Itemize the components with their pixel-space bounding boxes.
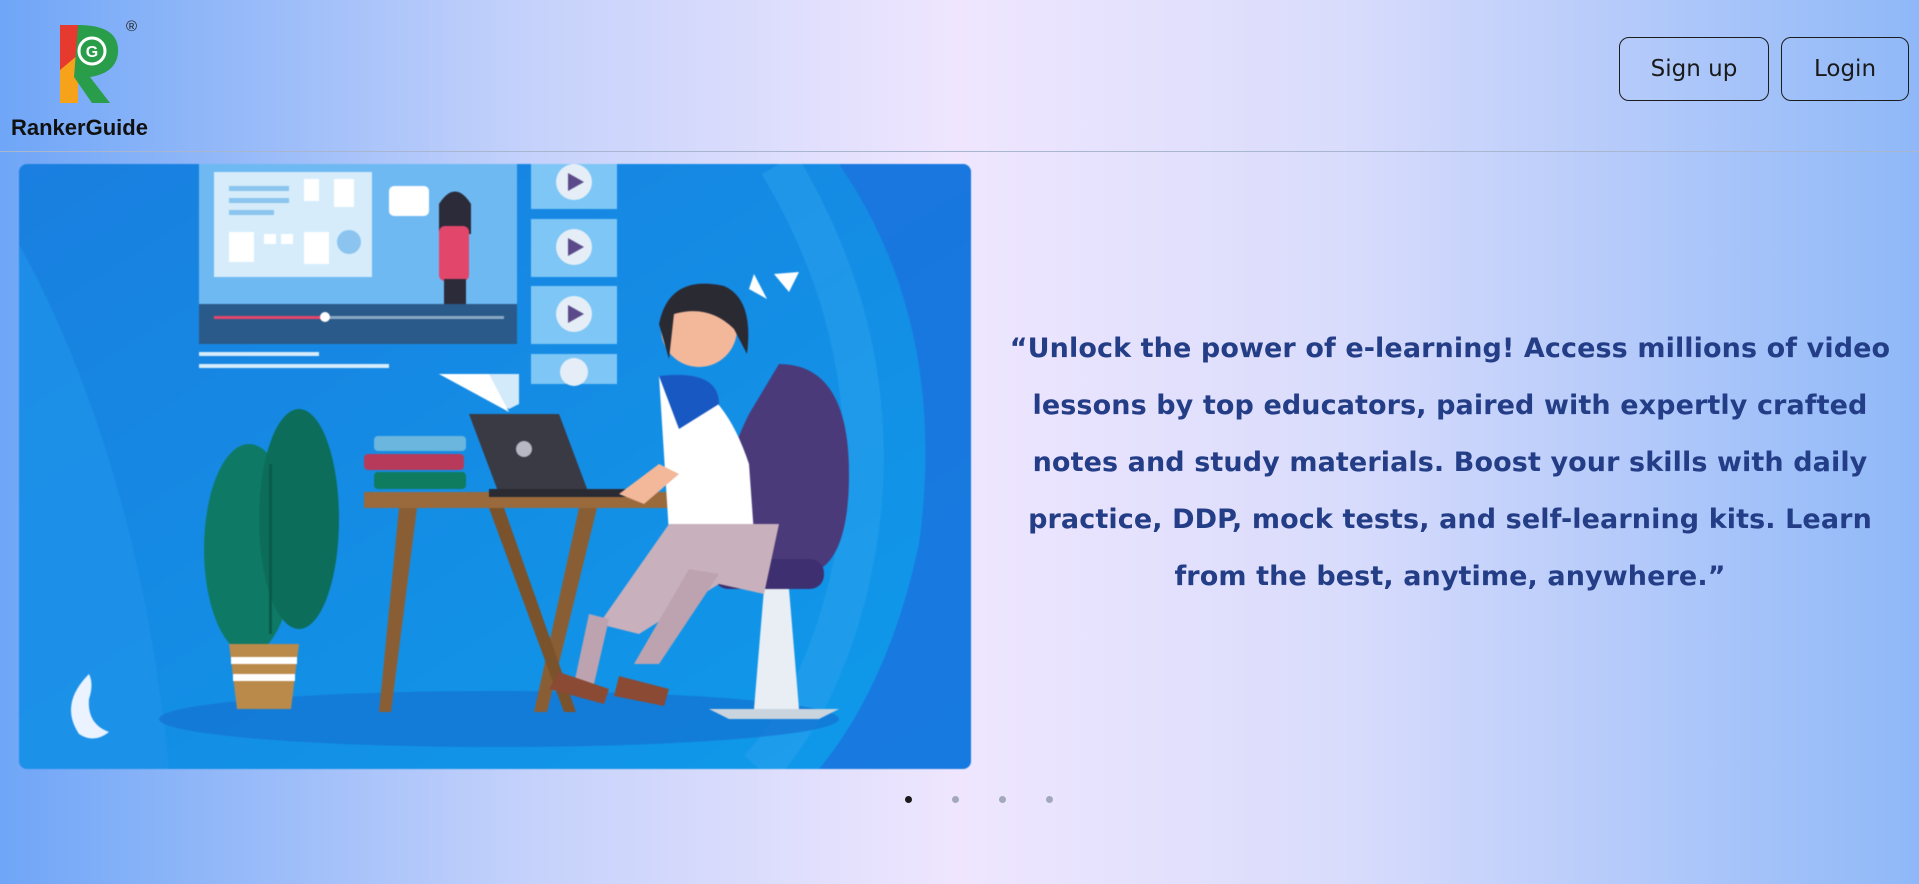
hero-illustration [19,164,971,769]
login-button[interactable]: Login [1781,37,1909,101]
carousel-dot-2[interactable] [952,796,959,803]
carousel-dot-3[interactable] [999,796,1006,803]
signup-button[interactable]: Sign up [1619,37,1769,101]
carousel-dot-4[interactable] [1046,796,1053,803]
brand-logo[interactable]: G ® RankerGuide [10,10,160,140]
hero-quote: “Unlock the power of e-learning! Access … [1009,333,1891,592]
registered-mark: ® [126,18,137,35]
top-header: G ® RankerGuide Sign up Login [0,0,1919,152]
carousel-dot-1[interactable] [905,796,912,803]
logo-mark-icon: G ® [60,18,137,103]
books [364,436,466,489]
video-panel [199,164,517,368]
elearning-illustration [19,164,971,769]
brand-name: RankerGuide [11,115,148,140]
carousel-indicators [905,796,1055,808]
logo-inner-letter: G [86,44,98,61]
